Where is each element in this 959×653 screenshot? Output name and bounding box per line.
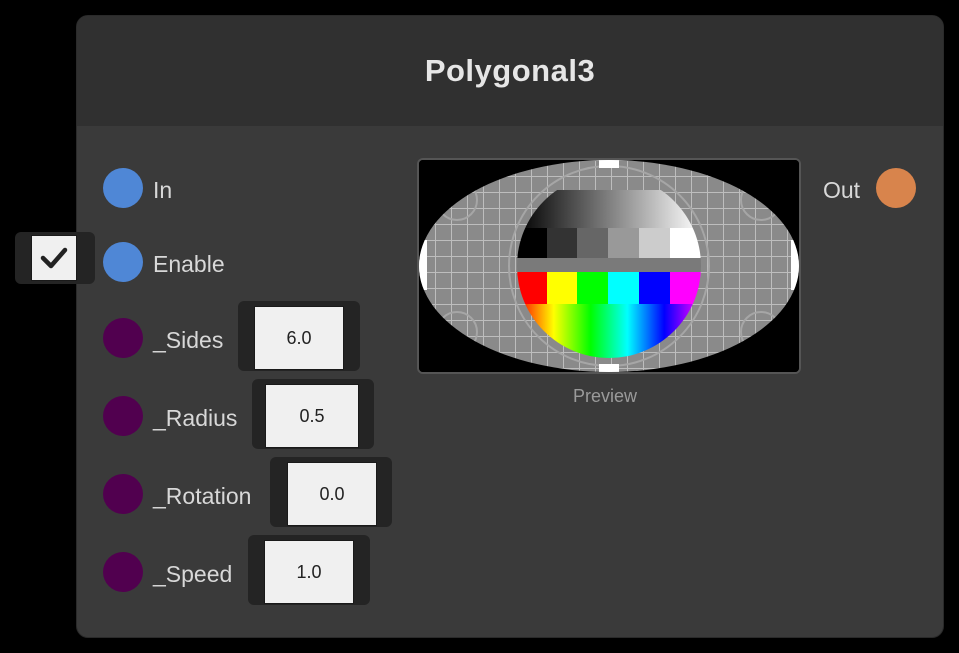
radius-field[interactable]: 0.5 [265,384,359,448]
speed-label: _Speed [153,561,233,587]
out-label: Out [823,177,861,203]
sides-field[interactable]: 6.0 [254,306,344,370]
rotation-label: _Rotation [153,483,252,509]
enable-checkbox-wrap [15,232,95,284]
out-port[interactable] [876,168,916,208]
rotation-field-wrap: 0.0 [270,457,392,527]
node-title: Polygonal3 [424,53,596,88]
enable-label: Enable [153,251,225,277]
in-label: In [153,177,173,203]
enable-port[interactable] [103,242,143,282]
sides-label: _Sides [153,327,224,353]
rotation-field[interactable]: 0.0 [287,462,377,526]
preview-image [417,158,801,374]
speed-field-wrap: 1.0 [248,535,370,605]
radius-field-wrap: 0.5 [252,379,374,449]
node-header[interactable]: Polygonal3 [77,16,943,126]
test-pattern-icon [419,160,799,372]
check-icon [40,247,68,269]
preview-label: Preview [572,386,638,406]
in-port[interactable] [103,168,143,208]
sides-port[interactable] [103,318,143,358]
speed-field[interactable]: 1.0 [264,540,354,604]
speed-port[interactable] [103,552,143,592]
radius-label: _Radius [153,405,238,431]
rotation-port[interactable] [103,474,143,514]
sides-field-wrap: 6.0 [238,301,360,371]
radius-port[interactable] [103,396,143,436]
enable-checkbox[interactable] [31,235,77,281]
